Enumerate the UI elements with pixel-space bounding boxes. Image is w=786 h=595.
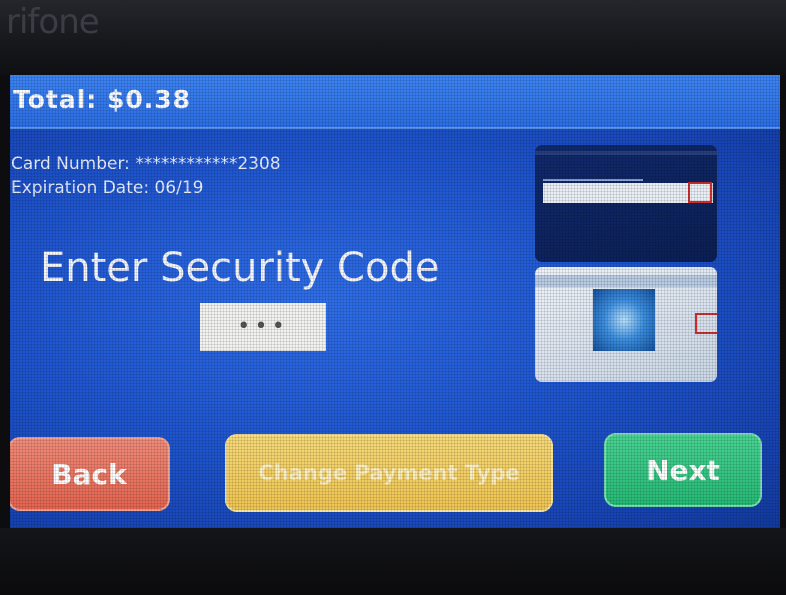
card-front-illustration <box>535 267 717 382</box>
cvv-highlight-front <box>695 313 717 334</box>
magnetic-stripe <box>535 151 717 155</box>
terminal-screen: Total: $0.38 Card Number: ************23… <box>10 75 780 528</box>
security-code-input[interactable]: ••• <box>200 303 326 351</box>
card-front-band <box>535 275 717 287</box>
card-number-value: ************2308 <box>135 154 281 174</box>
card-number-row: Card Number: ************2308 <box>11 152 281 176</box>
cvv-highlight-back <box>688 182 712 203</box>
total-bar: Total: $0.38 <box>10 75 780 129</box>
expiration-value: 06/19 <box>154 178 204 198</box>
terminal-bottom-bezel <box>0 528 786 595</box>
back-button[interactable]: Back <box>10 437 170 511</box>
next-button[interactable]: Next <box>604 433 762 507</box>
terminal-top-bezel: rifone <box>0 0 786 75</box>
expiration-label: Expiration Date: <box>11 178 150 198</box>
expiration-row: Expiration Date: 06/19 <box>11 176 281 200</box>
card-back-illustration <box>535 145 717 262</box>
card-front-emblem <box>593 289 655 351</box>
card-info: Card Number: ************2308 Expiration… <box>11 152 281 200</box>
total-amount: Total: $0.38 <box>13 85 192 114</box>
card-number-label: Card Number: <box>11 154 130 174</box>
signature-label-line <box>543 179 643 181</box>
security-code-heading: Enter Security Code <box>40 245 440 291</box>
brand-logo: rifone <box>6 2 100 42</box>
change-payment-type-button[interactable]: Change Payment Type <box>225 434 553 512</box>
